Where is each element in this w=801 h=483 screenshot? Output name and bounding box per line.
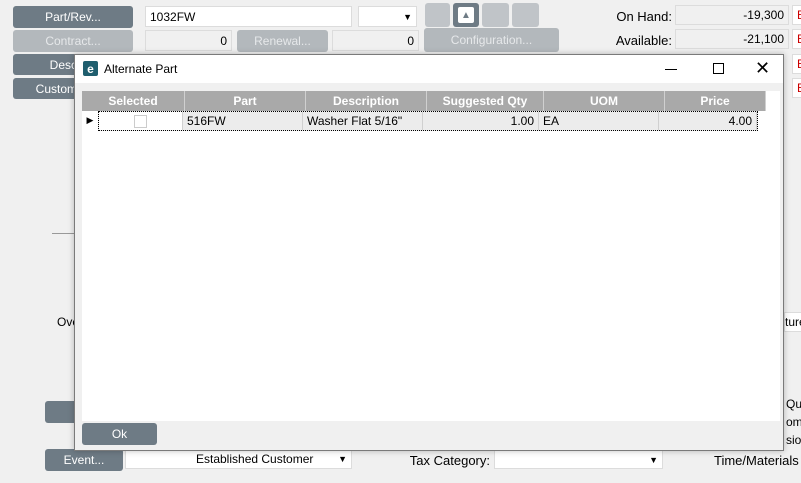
window-icon[interactable] (512, 3, 539, 27)
e-button[interactable]: E (792, 54, 801, 74)
dialog-title: Alternate Part (104, 62, 178, 76)
available-value: -21,100 (675, 29, 789, 49)
selected-cell (99, 112, 183, 130)
column-header-uom[interactable]: UOM (544, 91, 665, 111)
dialog-titlebar: e Alternate Part ✕ (75, 55, 783, 83)
description-cell: Washer Flat 5/16" (303, 112, 423, 130)
column-header-selected[interactable]: Selected (82, 91, 185, 111)
close-icon[interactable]: ✕ (755, 58, 770, 78)
chevron-down-icon: ▼ (403, 11, 412, 22)
renewal-button[interactable]: Renewal... (237, 30, 328, 52)
e-button[interactable]: E (792, 29, 801, 49)
ture-field[interactable]: ture (784, 312, 801, 332)
part-cell: 516FW (183, 112, 303, 130)
part-value: 1032FW (150, 9, 196, 24)
selected-checkbox[interactable] (134, 114, 147, 128)
grid-header: Selected Part Description Suggested Qty … (82, 91, 780, 111)
price-cell: 4.00 (659, 112, 757, 130)
back-icon[interactable] (425, 3, 450, 27)
renewal-value: 0 (332, 30, 419, 51)
configuration-button[interactable]: Configuration... (424, 28, 559, 52)
part-rev-button[interactable]: Part/Rev... (13, 6, 133, 28)
chevron-down-icon: ▼ (649, 454, 658, 465)
contract-button[interactable]: Contract... (13, 30, 133, 52)
app-logo-icon: e (83, 61, 98, 76)
contract-value: 0 (145, 30, 232, 51)
maximize-icon[interactable] (713, 63, 724, 74)
table-row[interactable]: ▶ 516FW Washer Flat 5/16" 1.00 EA 4.00 (82, 111, 780, 131)
part-input[interactable]: 1032FW (145, 6, 352, 27)
alternate-parts-grid: Selected Part Description Suggested Qty … (82, 91, 780, 421)
minimize-icon[interactable] (665, 69, 677, 70)
sio-label: sio (786, 433, 801, 447)
alternate-part-dialog: e Alternate Part ✕ Selected Part Descrip… (74, 54, 784, 451)
e-button[interactable]: E (792, 5, 801, 25)
column-header-suggested-qty[interactable]: Suggested Qty (427, 91, 544, 111)
event-button[interactable]: Event... (45, 449, 123, 471)
on-hand-value: -19,300 (675, 5, 789, 25)
available-label: Available: (615, 32, 672, 48)
column-header-part[interactable]: Part (185, 91, 306, 111)
revision-dropdown[interactable]: ▼ (358, 6, 417, 27)
tax-category-dropdown[interactable]: ▼ (494, 450, 663, 469)
om-label: om (786, 415, 801, 429)
chevron-down-icon: ▼ (338, 454, 347, 464)
uom-cell: EA (539, 112, 659, 130)
up-arrow-icon[interactable]: ▲ (453, 3, 479, 27)
hidden-button[interactable] (45, 401, 77, 423)
down-arrow-icon[interactable] (482, 3, 509, 27)
tax-category-label: Tax Category: (409, 452, 490, 468)
e-button[interactable]: E (792, 78, 801, 98)
description-button[interactable]: Desc (13, 54, 83, 75)
column-header-price[interactable]: Price (665, 91, 766, 111)
qu-label: Qu (786, 397, 801, 411)
suggested-qty-cell: 1.00 (423, 112, 539, 130)
event-value: Established Customer (196, 452, 314, 466)
event-dropdown[interactable]: Established Customer ▼ (125, 449, 352, 469)
column-header-description[interactable]: Description (306, 91, 427, 111)
ture-text: ture (785, 315, 801, 329)
customer-button[interactable]: Custom (13, 78, 83, 99)
row-selector-icon: ▶ (86, 114, 94, 125)
on-hand-label: On Hand: (616, 8, 672, 24)
ok-button[interactable]: Ok (82, 423, 157, 445)
time-materials-label: Time/Materials E (714, 452, 801, 468)
